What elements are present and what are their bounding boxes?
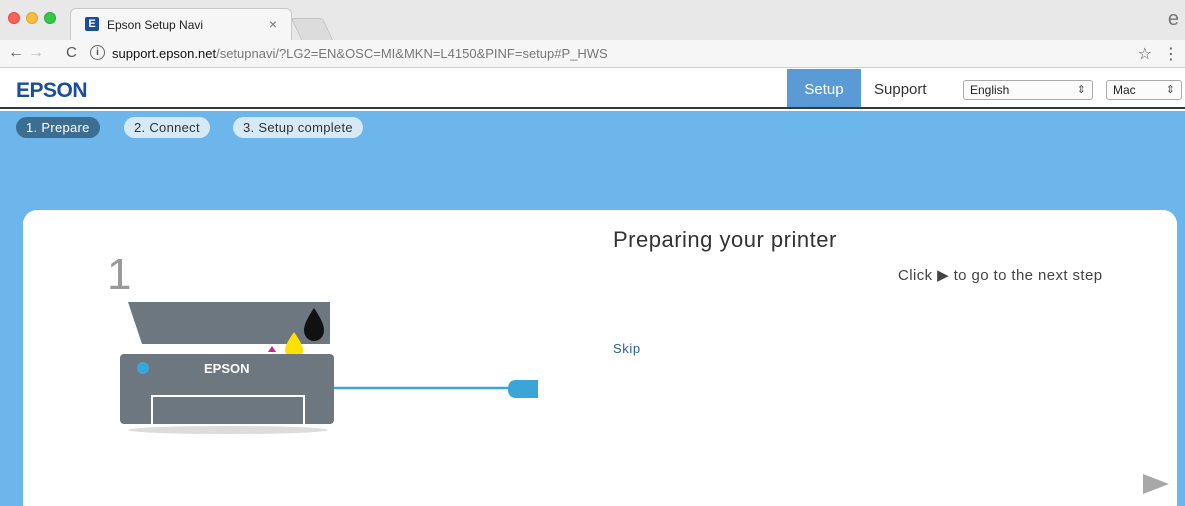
- profile-icon[interactable]: e: [1168, 8, 1179, 31]
- close-tab-icon[interactable]: ×: [269, 16, 277, 32]
- epson-favicon-icon: E: [85, 17, 99, 31]
- magenta-ink-icon: [268, 346, 276, 352]
- back-arrow-icon[interactable]: ←: [8, 44, 24, 62]
- next-arrow-icon[interactable]: [1141, 472, 1171, 496]
- url-host: support.epson.net: [112, 46, 217, 61]
- forward-arrow-icon[interactable]: →: [28, 44, 44, 62]
- browser-tabbar: E Epson Setup Navi × e: [0, 0, 1185, 40]
- language-select[interactable]: English ⇕: [963, 80, 1093, 100]
- language-select-value: English: [970, 83, 1010, 97]
- reload-icon[interactable]: C: [66, 44, 77, 61]
- browser-toolbar: ← → C i support.epson.net/setupnavi/?LG2…: [0, 40, 1185, 68]
- close-window-button[interactable]: [8, 12, 20, 24]
- step-number: 1: [107, 250, 132, 299]
- step-setup-complete[interactable]: 3. Setup complete: [233, 117, 363, 138]
- new-tab-button[interactable]: [290, 18, 334, 40]
- browser-tab[interactable]: E Epson Setup Navi ×: [70, 8, 292, 40]
- usb-plug-icon: [508, 380, 538, 398]
- content-card: 1 EPSON Preparing your printer Click ▶ t…: [23, 210, 1177, 506]
- printer-illustration: EPSON: [120, 302, 538, 434]
- page-title: Preparing your printer: [613, 227, 837, 252]
- info-icon[interactable]: i: [90, 45, 105, 60]
- address-bar[interactable]: i support.epson.net/setupnavi/?LG2=EN&OS…: [86, 43, 1164, 65]
- menu-icon[interactable]: ⋮: [1163, 44, 1179, 64]
- select-arrows-icon: ⇕: [1165, 84, 1175, 96]
- printer-brand: EPSON: [204, 361, 250, 376]
- nav-setup[interactable]: Setup: [787, 69, 861, 107]
- maximize-window-button[interactable]: [44, 12, 56, 24]
- url-text[interactable]: support.epson.net/setupnavi/?LG2=EN&OSC=…: [112, 46, 608, 61]
- step-prepare[interactable]: 1. Prepare: [16, 117, 100, 138]
- minimize-window-button[interactable]: [26, 12, 38, 24]
- os-select-value: Mac: [1113, 83, 1136, 97]
- epson-logo[interactable]: EPSON: [16, 79, 88, 103]
- tab-title: Epson Setup Navi: [107, 18, 204, 32]
- url-path: /setupnavi/?LG2=EN&OSC=MI&MKN=L4150&PINF…: [216, 46, 608, 61]
- nav-support[interactable]: Support: [874, 69, 927, 107]
- next-step-hint: Click ▶ to go to the next step: [898, 267, 1103, 284]
- skip-link[interactable]: Skip: [613, 341, 641, 356]
- setup-stage: 1. Prepare 2. Connect 3. Setup complete …: [0, 111, 1185, 506]
- select-arrows-icon: ⇕: [1076, 84, 1086, 96]
- step-connect[interactable]: 2. Connect: [124, 117, 210, 138]
- star-icon[interactable]: ☆: [1138, 44, 1152, 64]
- printer-shadow: [128, 426, 328, 434]
- power-light-icon: [137, 362, 149, 374]
- os-select[interactable]: Mac ⇕: [1106, 80, 1182, 100]
- printer-lid: [128, 302, 330, 344]
- site-header: EPSON Setup Support English ⇕ Mac ⇕: [0, 69, 1185, 109]
